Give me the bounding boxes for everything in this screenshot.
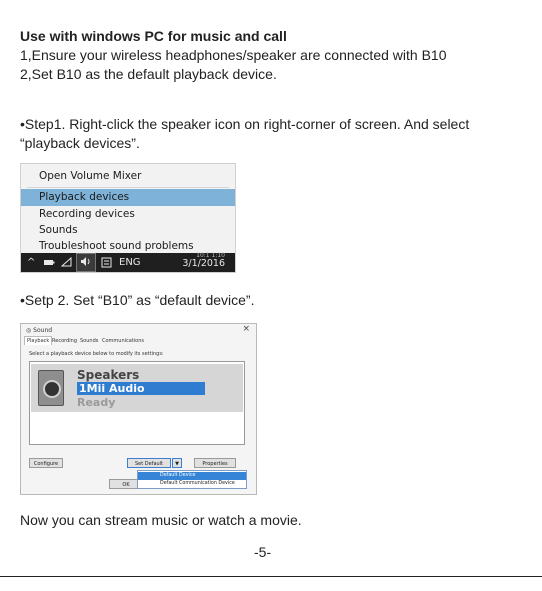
chevron-down-icon[interactable]: ▼ [172, 458, 182, 468]
menu-item-open-volume-mixer[interactable]: Open Volume Mixer [21, 168, 235, 185]
tab-sounds[interactable]: Sounds [80, 337, 98, 345]
menu-separator [27, 187, 229, 188]
sound-dialog-screenshot: ◎ Sound × Playback Recording Sounds Comm… [20, 323, 257, 495]
dropdown-option-default-device[interactable]: Default Device [138, 472, 246, 480]
dialog-tabs: Playback Recording Sounds Communications [24, 336, 253, 345]
speaker-small-icon: ◎ [26, 327, 32, 334]
speaker-device-icon [38, 370, 64, 406]
wifi-icon[interactable] [60, 253, 73, 272]
page-number: -5- [254, 544, 272, 560]
battery-icon[interactable] [43, 253, 55, 272]
closing-line: Now you can stream music or watch a movi… [20, 512, 302, 528]
step1-line-2: “playback devices”. [20, 135, 140, 151]
menu-item-recording-devices[interactable]: Recording devices [21, 206, 235, 223]
device-name: Speakers [77, 368, 140, 382]
intro-line-2: 2,Set B10 as the default playback device… [20, 66, 277, 82]
step2-line: •Setp 2. Set “B10” as “default device”. [20, 292, 255, 308]
section-heading: Use with windows PC for music and call [20, 28, 287, 44]
device-status: Ready [77, 396, 116, 409]
tab-communications[interactable]: Communications [102, 337, 144, 345]
dialog-title: ◎ Sound [26, 327, 53, 334]
tab-recording[interactable]: Recording [52, 337, 77, 345]
device-row-speakers[interactable]: Speakers 1Mii Audio Ready [31, 364, 243, 412]
menu-item-sounds[interactable]: Sounds [21, 222, 235, 239]
speaker-icon[interactable] [76, 253, 96, 272]
set-default-button[interactable]: Set Default [127, 458, 171, 468]
dialog-instruction: Select a playback device below to modify… [29, 351, 164, 357]
clock-date[interactable]: 3/1/2016 [182, 257, 225, 270]
properties-button[interactable]: Properties [194, 458, 236, 468]
step1-line-1: •Step1. Right-click the speaker icon on … [20, 116, 470, 132]
set-default-dropdown: Default Device Default Communication Dev… [137, 470, 247, 489]
device-description: 1Mii Audio [77, 382, 205, 395]
dropdown-option-default-communication-device[interactable]: Default Communication Device [138, 480, 246, 488]
chevron-up-icon[interactable]: ^ [27, 253, 35, 272]
tab-playback[interactable]: Playback [24, 336, 53, 345]
taskbar: ^ ENG 10:1 1:10 3/1/2016 [21, 253, 235, 272]
close-icon[interactable]: × [242, 324, 250, 334]
device-list: Speakers 1Mii Audio Ready [29, 361, 245, 445]
configure-button[interactable]: Configure [29, 458, 63, 468]
menu-item-playback-devices[interactable]: Playback devices [21, 189, 235, 206]
intro-line-1: 1,Ensure your wireless headphones/speake… [20, 47, 447, 63]
bottom-divider [0, 576, 542, 577]
context-menu-screenshot: Open Volume Mixer Playback devices Recor… [20, 163, 236, 273]
language-indicator[interactable]: ENG [119, 253, 141, 272]
message-icon[interactable] [101, 253, 113, 272]
